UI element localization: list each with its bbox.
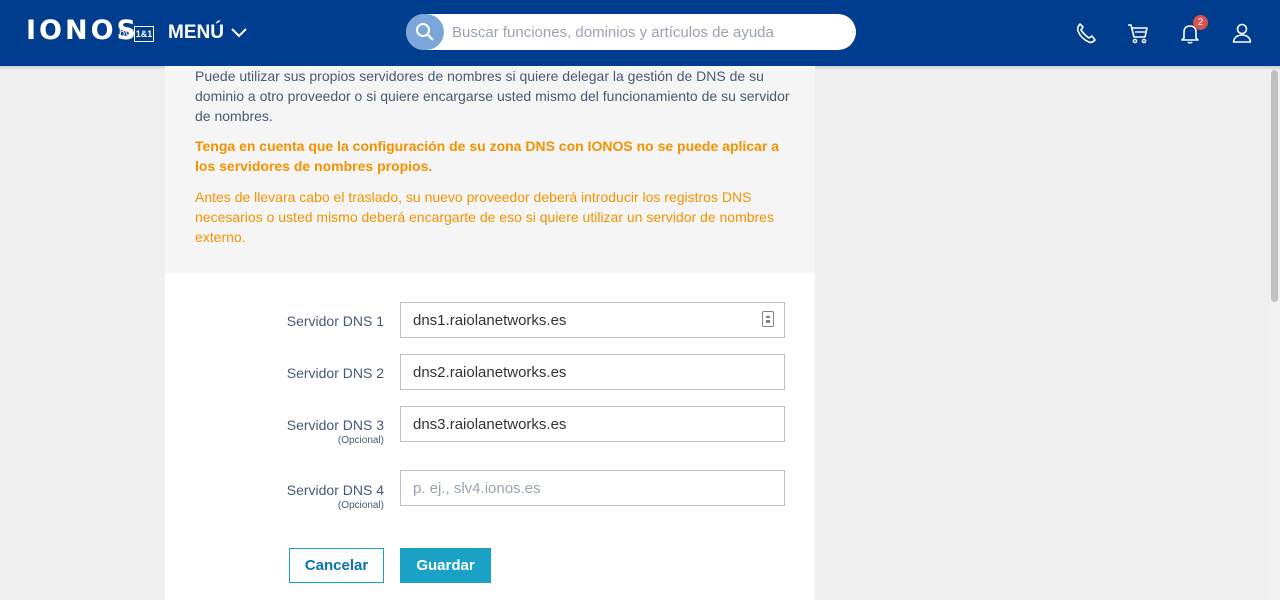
info-description: Puede utilizar sus propios servidores de… <box>195 68 790 124</box>
user-icon[interactable] <box>1229 20 1255 46</box>
autofill-icon[interactable] <box>762 311 774 327</box>
cancel-button[interactable]: Cancelar <box>289 548 384 583</box>
phone-icon[interactable] <box>1073 20 1099 46</box>
chevron-down-icon <box>231 28 247 38</box>
dns3-input[interactable] <box>400 406 785 442</box>
dns2-label: Servidor DNS 2 <box>286 365 384 381</box>
top-header: IONOS by 1&1 MENÚ Buscar funciones, domi… <box>0 0 1280 66</box>
scrollbar-thumb[interactable] <box>1271 70 1278 302</box>
search-input[interactable] <box>452 14 847 50</box>
search-box <box>406 14 856 50</box>
info-panel: Puede utilizar sus propios servidores de… <box>165 66 815 273</box>
menu-button[interactable]: MENÚ <box>168 20 248 46</box>
dns3-optional-label: (Opcional) <box>337 435 384 446</box>
dns1-input[interactable] <box>400 302 785 338</box>
save-button[interactable]: Guardar <box>400 548 491 583</box>
dns2-input[interactable] <box>400 354 785 390</box>
dns4-input[interactable] <box>400 470 785 506</box>
dns4-optional-label: (Opcional) <box>337 500 384 511</box>
info-note: Antes de llevara cabo el traslado, su nu… <box>195 189 774 245</box>
page-scrollbar[interactable] <box>1269 70 1280 600</box>
search-button[interactable] <box>406 14 444 50</box>
logo-by-text: by <box>119 28 131 40</box>
dns1-label: Servidor DNS 1 <box>286 313 384 329</box>
logo-brand-box: 1&1 <box>134 26 154 42</box>
dns-settings-card: Puede utilizar sus propios servidores de… <box>165 66 815 600</box>
menu-label: MENÚ <box>168 22 224 43</box>
dns3-label: Servidor DNS 3 <box>286 417 384 433</box>
cart-icon[interactable] <box>1125 20 1151 46</box>
dns4-label: Servidor DNS 4 <box>286 482 384 498</box>
notification-badge: 2 <box>1193 15 1208 30</box>
info-warning: Tenga en cuenta que la configuración de … <box>195 138 779 174</box>
search-icon <box>416 23 434 41</box>
